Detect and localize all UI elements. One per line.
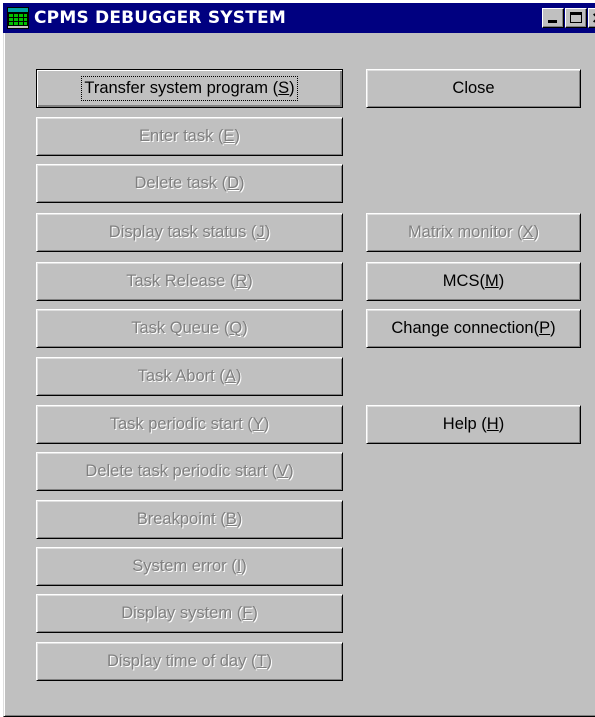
button-label: Task Queue (Q) bbox=[131, 319, 248, 337]
button-label: Display time of day (T) bbox=[106, 652, 273, 670]
maximize-icon bbox=[570, 12, 582, 23]
system-error-button[interactable]: System error (I) bbox=[36, 547, 343, 586]
button-label: Delete task periodic start (V) bbox=[85, 462, 294, 480]
button-label: Enter task (E) bbox=[139, 127, 240, 145]
grid-window-icon bbox=[7, 7, 29, 29]
help-button[interactable]: Help (H) bbox=[366, 405, 581, 444]
button-label: Delete task (D) bbox=[134, 174, 245, 192]
display-system-button[interactable]: Display system (F) bbox=[36, 594, 343, 633]
button-label: Task periodic start (Y) bbox=[109, 415, 270, 433]
button-label: Matrix monitor (X) bbox=[407, 223, 540, 241]
task-release-button[interactable]: Task Release (R) bbox=[36, 262, 343, 301]
close-button[interactable]: Close bbox=[366, 69, 581, 108]
enter-task-button[interactable]: Enter task (E) bbox=[36, 117, 343, 156]
mcs-button[interactable]: MCS(M) bbox=[366, 262, 581, 301]
minimize-icon bbox=[548, 20, 557, 23]
minimize-button[interactable] bbox=[542, 8, 564, 28]
display-task-status-button[interactable]: Display task status (J) bbox=[36, 213, 343, 252]
button-label: Task Abort (A) bbox=[137, 367, 242, 385]
button-label: Transfer system program (S) bbox=[81, 76, 298, 101]
delete-task-button[interactable]: Delete task (D) bbox=[36, 164, 343, 203]
delete-task-periodic-start-button[interactable]: Delete task periodic start (V) bbox=[36, 452, 343, 491]
close-window-button[interactable]: × bbox=[588, 8, 595, 28]
task-abort-button[interactable]: Task Abort (A) bbox=[36, 357, 343, 396]
button-label: System error (I) bbox=[132, 557, 247, 575]
title-bar[interactable]: CPMS DEBUGGER SYSTEM × bbox=[3, 3, 595, 33]
button-label: Close bbox=[452, 79, 495, 97]
button-label: Display system (F) bbox=[121, 604, 258, 622]
display-time-of-day-button[interactable]: Display time of day (T) bbox=[36, 642, 343, 681]
change-connection-button[interactable]: Change connection(P) bbox=[366, 309, 581, 348]
button-label: Breakpoint (B) bbox=[136, 510, 243, 528]
breakpoint-button[interactable]: Breakpoint (B) bbox=[36, 500, 343, 539]
button-label: Task Release (R) bbox=[126, 272, 253, 290]
task-periodic-start-button[interactable]: Task periodic start (Y) bbox=[36, 405, 343, 444]
button-label: Display task status (J) bbox=[108, 223, 271, 241]
close-icon: × bbox=[591, 9, 595, 27]
button-label: Help (H) bbox=[442, 415, 505, 433]
transfer-system-program-button[interactable]: Transfer system program (S) bbox=[36, 69, 343, 108]
button-label: MCS(M) bbox=[442, 272, 505, 290]
window-title: CPMS DEBUGGER SYSTEM bbox=[34, 8, 286, 28]
maximize-button[interactable] bbox=[565, 8, 587, 28]
task-queue-button[interactable]: Task Queue (Q) bbox=[36, 309, 343, 348]
matrix-monitor-button[interactable]: Matrix monitor (X) bbox=[366, 213, 581, 252]
button-label: Change connection(P) bbox=[391, 319, 556, 337]
